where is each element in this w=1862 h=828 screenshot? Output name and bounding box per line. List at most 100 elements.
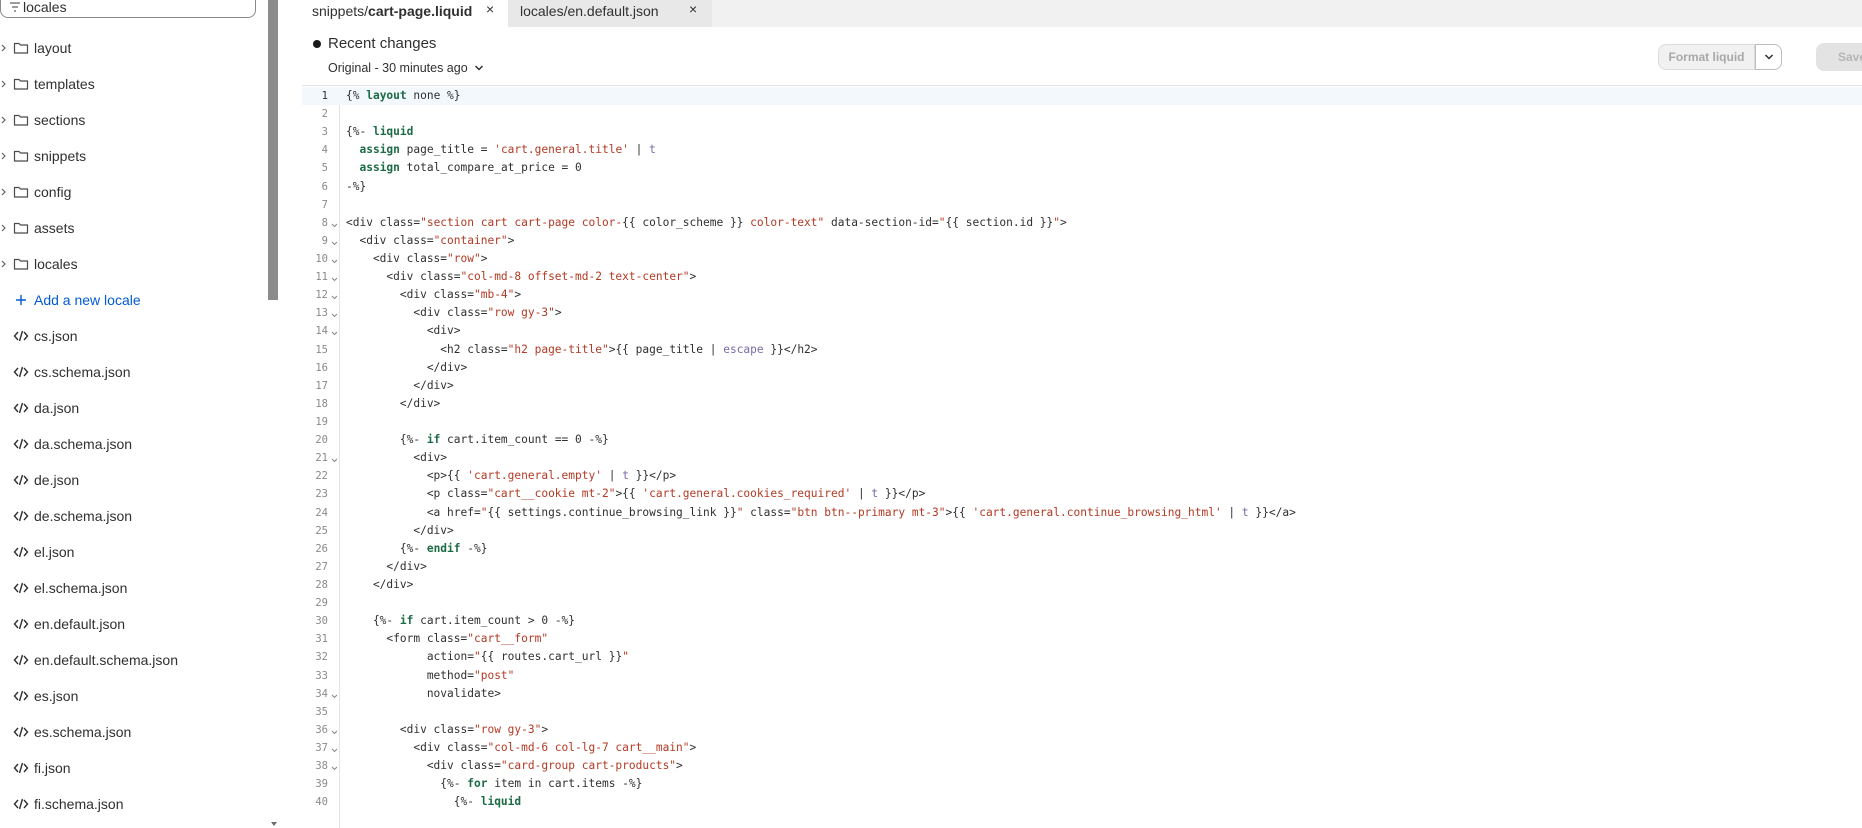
code-line[interactable]: 24 <a href="{{ settings.continue_browsin… <box>302 504 1862 522</box>
sidebar-scrollbar[interactable] <box>268 0 278 300</box>
code-line[interactable]: 16 </div> <box>302 359 1862 377</box>
code-line[interactable]: 35 <box>302 703 1862 721</box>
code-text: {%- if cart.item_count == 0 -%} <box>346 431 609 449</box>
sidebar-item-snippets[interactable]: snippets <box>0 138 262 174</box>
code-line[interactable]: 21 <div> <box>302 449 1862 467</box>
code-token: <h2 class= <box>346 342 508 356</box>
close-tab-icon[interactable]: × <box>689 1 697 17</box>
code-line[interactable]: 22 <p>{{ 'cart.general.empty' | t }}</p> <box>302 467 1862 485</box>
sidebar-item-el-schema-json[interactable]: el.schema.json <box>0 570 262 606</box>
code-token: assign <box>359 143 400 157</box>
code-line[interactable]: 32 action="{{ routes.cart_url }}" <box>302 648 1862 666</box>
save-button[interactable]: Save <box>1816 43 1862 71</box>
code-line[interactable]: 39 {%- for item in cart.items -%} <box>302 775 1862 793</box>
line-number: 13 <box>315 307 328 320</box>
code-token: "section cart cart-page color- <box>420 215 623 229</box>
code-line[interactable]: 13 <div class="row gy-3"> <box>302 304 1862 322</box>
sidebar-item-label: en.default.json <box>34 616 126 632</box>
format-liquid-button[interactable]: Format liquid <box>1658 44 1755 70</box>
code-line[interactable]: 6 -%} <box>302 178 1862 196</box>
code-text: </div> <box>346 359 467 377</box>
code-line[interactable]: 26 {%- endif -%} <box>302 540 1862 558</box>
code-token: </div> <box>346 378 454 392</box>
code-line[interactable]: 40 {%- liquid <box>302 793 1862 811</box>
code-line[interactable]: 11 <div class="col-md-8 offset-md-2 text… <box>302 268 1862 286</box>
sidebar-item-add-a-new-locale[interactable]: Add a new locale <box>0 282 262 318</box>
code-token: <div class= <box>346 759 501 773</box>
file-search-input[interactable]: locales <box>0 0 256 18</box>
code-line[interactable]: 38 <div class="card-group cart-products"… <box>302 757 1862 775</box>
code-line[interactable]: 14 <div> <box>302 322 1862 340</box>
sidebar-item-en-default-json[interactable]: en.default.json <box>0 606 262 642</box>
sidebar-item-da-schema-json[interactable]: da.schema.json <box>0 426 262 462</box>
code-token: assign <box>359 161 400 175</box>
code-token: class= <box>743 505 791 519</box>
sidebar-item-el-json[interactable]: el.json <box>0 534 262 570</box>
code-line[interactable]: 5 assign total_compare_at_price = 0 <box>302 159 1862 177</box>
code-token: <div class= <box>346 288 474 302</box>
code-line[interactable]: 19 <box>302 413 1862 431</box>
code-line[interactable]: 8 <div class="section cart cart-page colo… <box>302 214 1862 232</box>
format-options-dropdown[interactable] <box>1755 44 1782 70</box>
sidebar-item-label: cs.schema.json <box>34 364 131 380</box>
code-line[interactable]: 17 </div> <box>302 377 1862 395</box>
sidebar-item-cs-schema-json[interactable]: cs.schema.json <box>0 354 262 390</box>
code-line[interactable]: 29 <box>302 594 1862 612</box>
line-number: 4 <box>321 144 328 157</box>
scroll-down-arrow-icon[interactable] <box>270 820 278 828</box>
sidebar-item-es-schema-json[interactable]: es.schema.json <box>0 714 262 750</box>
code-line[interactable]: 9 <div class="container"> <box>302 232 1862 250</box>
code-token: none %} <box>406 89 461 102</box>
sidebar-item-assets[interactable]: assets <box>0 210 262 246</box>
tab-en-default-json[interactable]: locales/en.default.json × <box>508 0 712 27</box>
code-text: </div> <box>346 576 413 594</box>
code-line[interactable]: 33 method="post" <box>302 667 1862 685</box>
code-line[interactable]: 3 {%- liquid <box>302 123 1862 141</box>
sidebar-item-layout[interactable]: layout <box>0 30 262 66</box>
line-number: 1 <box>321 90 328 102</box>
sidebar-item-de-json[interactable]: de.json <box>0 462 262 498</box>
code-line[interactable]: 2 <box>302 105 1862 123</box>
code-line[interactable]: 31 <form class="cart__form" <box>302 630 1862 648</box>
code-line[interactable]: 12 <div class="mb-4"> <box>302 286 1862 304</box>
code-line[interactable]: 28 </div> <box>302 576 1862 594</box>
code-token: > <box>676 759 683 773</box>
sidebar-item-label: el.json <box>34 544 75 560</box>
sidebar-item-sections[interactable]: sections <box>0 102 262 138</box>
code-line[interactable]: 36 <div class="row gy-3"> <box>302 721 1862 739</box>
line-number: 23 <box>315 488 328 501</box>
code-editor[interactable]: 1 {% layout none %} 2 3 {%- liquid 4 assign p… <box>302 87 1862 828</box>
code-line[interactable]: 18 </div> <box>302 395 1862 413</box>
sidebar-item-locales[interactable]: locales <box>0 246 262 282</box>
code-line[interactable]: 20 {%- if cart.item_count == 0 -%} <box>302 431 1862 449</box>
code-line[interactable]: 30 {%- if cart.item_count > 0 -%} <box>302 612 1862 630</box>
sidebar-item-config[interactable]: config <box>0 174 262 210</box>
sidebar-item-de-schema-json[interactable]: de.schema.json <box>0 498 262 534</box>
code-line[interactable]: 1 {% layout none %} <box>302 87 1862 106</box>
tab-cart-page-liquid[interactable]: snippets/cart-page.liquid × <box>302 0 508 27</box>
sidebar-item-da-json[interactable]: da.json <box>0 390 262 426</box>
code-line[interactable]: 4 assign page_title = 'cart.general.titl… <box>302 141 1862 159</box>
code-text: <a href="{{ settings.continue_browsing_l… <box>346 504 1296 522</box>
code-line[interactable]: 34 novalidate> <box>302 685 1862 703</box>
sidebar-item-en-default-schema-json[interactable]: en.default.schema.json <box>0 642 262 678</box>
sidebar-item-templates[interactable]: templates <box>0 66 262 102</box>
sidebar-item-fi-json[interactable]: fi.json <box>0 750 262 786</box>
code-line[interactable]: 15 <h2 class="h2 page-title">{{ page_tit… <box>302 341 1862 359</box>
code-token: {%- <box>346 541 427 555</box>
code-token: > <box>689 270 697 284</box>
code-line[interactable]: 10 <div class="row"> <box>302 250 1862 268</box>
sidebar-item-cs-json[interactable]: cs.json <box>0 318 262 354</box>
sidebar-item-fi-schema-json[interactable]: fi.schema.json <box>0 786 262 822</box>
code-line[interactable]: 37 <div class="col-md-6 col-lg-7 cart__m… <box>302 739 1862 757</box>
code-line[interactable]: 7 <box>302 196 1862 214</box>
line-number: 37 <box>315 741 328 754</box>
version-selector[interactable]: Original - 30 minutes ago <box>328 61 484 75</box>
close-tab-icon[interactable]: × <box>486 1 494 17</box>
sidebar-item-es-json[interactable]: es.json <box>0 678 262 714</box>
line-number: 24 <box>315 506 328 519</box>
code-line[interactable]: 23 <p class="cart__cookie mt-2">{{ 'cart… <box>302 485 1862 503</box>
code-line[interactable]: 25 </div> <box>302 522 1862 540</box>
code-line[interactable]: 27 </div> <box>302 558 1862 576</box>
